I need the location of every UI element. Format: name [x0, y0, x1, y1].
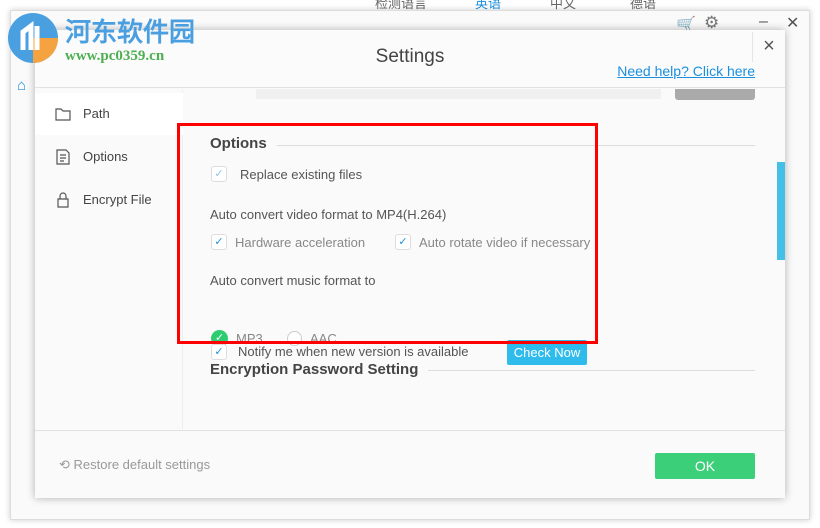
watermark-url: www.pc0359.cn	[65, 48, 165, 64]
lock-icon	[57, 192, 69, 208]
encryption-heading: Encryption Password Setting	[210, 361, 429, 378]
highlight-box	[177, 123, 598, 344]
notify-label: Notify me when new version is available	[238, 344, 469, 359]
restore-defaults-button[interactable]: ⟲ Restore default settings	[59, 457, 210, 473]
folder-icon	[55, 108, 71, 121]
sidebar-item-label: Encrypt File	[83, 192, 152, 207]
sidebar-item-label: Options	[83, 149, 128, 164]
app-close-icon[interactable]: ✕	[786, 13, 799, 33]
notify-checkbox[interactable]: ✓	[211, 344, 227, 360]
document-list-icon	[56, 149, 70, 165]
restore-icon: ⟲	[59, 457, 70, 472]
home-icon[interactable]: ⌂	[17, 77, 26, 94]
lang-chinese[interactable]: 中文	[550, 0, 576, 10]
restore-label: Restore default settings	[73, 457, 211, 472]
watermark-logo-icon	[8, 13, 58, 63]
help-link[interactable]: Need help? Click here	[617, 63, 755, 79]
cache-path-field[interactable]	[256, 89, 661, 99]
sidebar-item-options[interactable]: Options	[35, 136, 183, 178]
watermark-name: 河东软件园	[65, 18, 196, 48]
lang-english[interactable]: 英语	[475, 0, 501, 10]
lang-detect[interactable]: 检测语言	[375, 0, 427, 10]
close-icon[interactable]: ×	[752, 32, 785, 62]
lang-german[interactable]: 德语	[630, 0, 656, 10]
sidebar-item-path[interactable]: Path	[35, 93, 183, 135]
sidebar: Path Options Encrypt File	[35, 89, 183, 429]
ok-button[interactable]: OK	[655, 453, 755, 479]
browse-button[interactable]	[675, 89, 755, 100]
minimize-icon[interactable]: –	[759, 13, 768, 31]
sidebar-item-label: Path	[83, 106, 110, 121]
background-language-bar: 检测语言 英语 中文 德语	[175, 0, 820, 10]
sidebar-item-encrypt-file[interactable]: Encrypt File	[35, 179, 183, 221]
dialog-footer: ⟲ Restore default settings OK	[35, 430, 785, 498]
scrollbar-thumb[interactable]	[777, 162, 785, 260]
